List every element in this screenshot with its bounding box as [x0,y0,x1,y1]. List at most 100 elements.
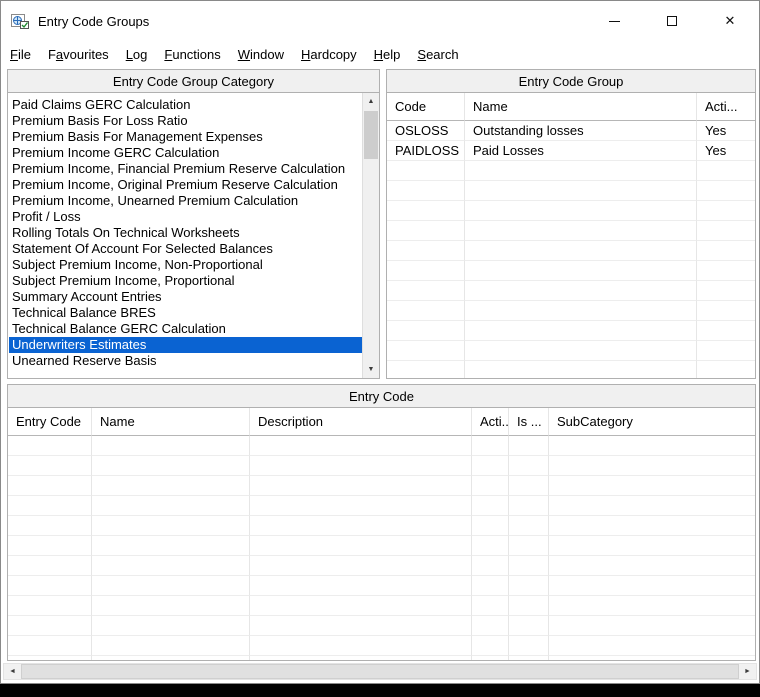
category-panel-title: Entry Code Group Category [7,69,380,93]
category-item[interactable]: Rolling Totals On Technical Worksheets [9,225,362,241]
entry-code-panel: Entry Code Entry CodeNameDescriptionActi… [7,384,756,661]
category-item[interactable]: Paid Claims GERC Calculation [9,97,362,113]
table-cell [92,476,250,496]
table-row-empty [387,261,755,281]
table-cell [549,556,755,576]
category-item[interactable]: Subject Premium Income, Proportional [9,273,362,289]
column-header[interactable]: Acti... [697,93,755,121]
scroll-up-button[interactable]: ▲ [363,93,379,110]
table-cell [8,636,92,656]
table-header-row: Entry CodeNameDescriptionActi...Is ...Su… [8,408,755,436]
category-item[interactable]: Statement Of Account For Selected Balanc… [9,241,362,257]
table-row-empty [387,341,755,361]
table-cell [472,476,509,496]
column-header[interactable]: Name [465,93,697,121]
table-cell [465,361,697,378]
horizontal-scrollbar[interactable]: ◄ ► [3,663,757,680]
category-item[interactable]: Premium Income, Original Premium Reserve… [9,177,362,193]
table-cell [549,616,755,636]
table-cell [465,181,697,201]
minimize-button[interactable] [585,1,643,41]
column-header[interactable]: Name [92,408,250,436]
table-cell [387,341,465,361]
category-item-selected[interactable]: Underwriters Estimates [9,337,362,353]
scroll-left-button[interactable]: ◄ [4,664,21,679]
vertical-scrollbar[interactable]: ▲ ▼ [362,93,379,378]
menu-bar: File Favourites Log Functions Window Hardcopy… [1,41,759,67]
table-cell [92,556,250,576]
column-header[interactable]: Is ... [509,408,549,436]
column-header[interactable]: Entry Code [8,408,92,436]
table-cell [250,596,472,616]
table-cell [8,436,92,456]
category-item[interactable]: Premium Basis For Management Expenses [9,129,362,145]
table-cell [697,361,755,378]
category-item[interactable]: Premium Income GERC Calculation [9,145,362,161]
group-panel-title: Entry Code Group [386,69,756,93]
column-header[interactable]: SubCategory [549,408,755,436]
menu-hardcopy[interactable]: Hardcopy [301,47,357,62]
column-header[interactable]: Description [250,408,472,436]
column-header[interactable]: Code [387,93,465,121]
category-item[interactable]: Subject Premium Income, Non-Proportional [9,257,362,273]
horizontal-scrollbar-thumb[interactable] [21,664,739,679]
category-item[interactable]: Premium Income, Financial Premium Reserv… [9,161,362,177]
table-cell [549,496,755,516]
table-cell [549,536,755,556]
menu-help[interactable]: Help [374,47,401,62]
table-cell [472,576,509,596]
table-cell [250,616,472,636]
table-cell [509,596,549,616]
table-row-empty [387,221,755,241]
table-cell [8,496,92,516]
entry-code-group-table: CodeNameActi...OSLOSSOutstanding lossesY… [387,93,755,378]
table-cell [509,436,549,456]
table-cell [465,261,697,281]
category-item[interactable]: Technical Balance BRES [9,305,362,321]
category-list: Paid Claims GERC CalculationPremium Basi… [9,93,362,378]
table-cell [472,436,509,456]
table-cell [472,636,509,656]
scroll-right-button[interactable]: ► [739,664,756,679]
table-cell [509,656,549,660]
close-button[interactable]: ✕ [701,1,759,41]
table-cell [472,516,509,536]
category-item[interactable]: Unearned Reserve Basis [9,353,362,369]
table-row[interactable]: OSLOSSOutstanding lossesYes [387,121,755,141]
menu-log[interactable]: Log [126,47,148,62]
menu-functions[interactable]: Functions [164,47,220,62]
category-item[interactable]: Profit / Loss [9,209,362,225]
table-cell [509,636,549,656]
scroll-down-button[interactable]: ▼ [363,361,379,378]
table-cell [697,201,755,221]
menu-file[interactable]: File [10,47,31,62]
table-cell [250,556,472,576]
table-cell: Yes [697,121,755,141]
table-row-empty [387,281,755,301]
category-item[interactable]: Premium Basis For Loss Ratio [9,113,362,129]
vertical-scrollbar-thumb[interactable] [364,111,378,159]
category-item[interactable]: Technical Balance GERC Calculation [9,321,362,337]
window-title: Entry Code Groups [38,14,149,29]
table-cell [250,516,472,536]
maximize-button[interactable] [643,1,701,41]
table-cell [472,616,509,636]
table-cell [250,576,472,596]
table-row-empty [387,301,755,321]
menu-search[interactable]: Search [417,47,458,62]
menu-favourites[interactable]: Favourites [48,47,109,62]
table-cell [387,321,465,341]
app-window: Entry Code Groups ✕ File Favourites Log Fun… [0,0,760,684]
category-item[interactable]: Premium Income, Unearned Premium Calcula… [9,193,362,209]
table-cell [549,596,755,616]
table-cell [387,201,465,221]
entry-code-group-panel: Entry Code Group CodeNameActi...OSLOSSOu… [386,69,756,379]
category-item[interactable]: Summary Account Entries [9,289,362,305]
column-header[interactable]: Acti... [472,408,509,436]
table-cell [697,221,755,241]
table-cell [92,536,250,556]
table-cell: OSLOSS [387,121,465,141]
table-row[interactable]: PAIDLOSSPaid LossesYes [387,141,755,161]
table-cell [697,161,755,181]
menu-window[interactable]: Window [238,47,284,62]
